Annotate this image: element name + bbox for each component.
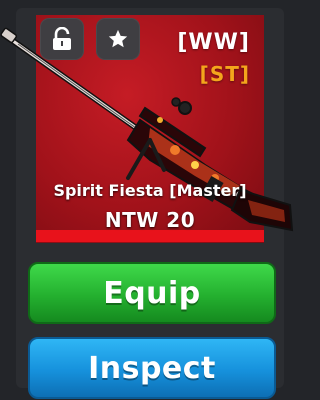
unlocked-padlock-icon	[53, 27, 71, 50]
favorite-button[interactable]	[96, 18, 140, 60]
lock-button[interactable]	[40, 18, 84, 60]
skin-name: Spirit Fiesta [Master]	[53, 181, 247, 200]
star-icon	[108, 29, 128, 48]
weapon-name: NTW 20	[104, 208, 196, 232]
equip-button[interactable]: Equip	[28, 262, 276, 324]
tag-primary: [WW]	[177, 30, 250, 55]
tag-secondary: [ST]	[199, 62, 250, 86]
inspect-button[interactable]: Inspect	[28, 337, 276, 399]
